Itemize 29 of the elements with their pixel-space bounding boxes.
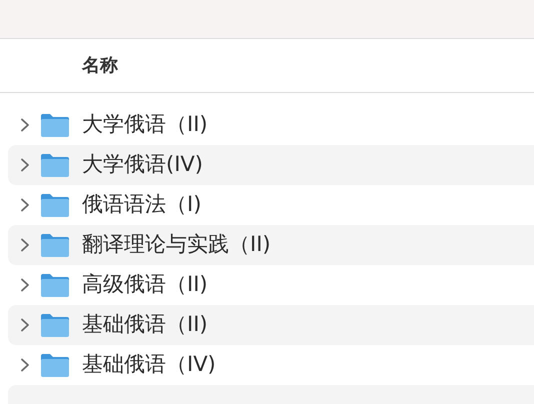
folder-name: 基础俄语（IV)	[82, 351, 216, 378]
folder-name: 翻译理论与实践（II)	[82, 231, 271, 258]
folder-row[interactable]: 翻译理论与实践（II)	[8, 225, 534, 265]
folder-icon	[40, 352, 70, 378]
folder-icon	[40, 232, 70, 258]
folder-icon	[40, 272, 70, 298]
folder-icon	[40, 312, 70, 338]
folder-row[interactable]: 基础俄语（IV)	[8, 345, 534, 385]
disclosure-chevron-icon[interactable]	[20, 118, 30, 132]
disclosure-chevron-icon[interactable]	[20, 318, 30, 332]
folder-name: 大学俄语(IV)	[82, 151, 203, 178]
disclosure-chevron-icon[interactable]	[20, 158, 30, 172]
disclosure-chevron-icon[interactable]	[20, 278, 30, 292]
disclosure-chevron-icon[interactable]	[20, 198, 30, 212]
disclosure-chevron-icon[interactable]	[20, 238, 30, 252]
folder-name: 俄语语法（I)	[82, 191, 202, 218]
folder-row[interactable]: 大学俄语（II)	[8, 105, 534, 145]
folder-row[interactable]: 俄语语法（I)	[8, 185, 534, 225]
column-header[interactable]: 名称	[82, 52, 118, 79]
folder-icon	[40, 152, 70, 178]
folder-icon	[40, 192, 70, 218]
folder-name: 高级俄语（II)	[82, 271, 208, 298]
folder-row[interactable]: 大学俄语(IV)	[8, 145, 534, 185]
folder-icon	[40, 112, 70, 138]
folder-row[interactable]: 高级俄语（II)	[8, 265, 534, 305]
folder-name: 基础俄语（II)	[82, 311, 208, 338]
disclosure-chevron-icon[interactable]	[20, 358, 30, 372]
folder-name: 大学俄语（II)	[82, 111, 208, 138]
folder-row[interactable]: 基础俄语（II)	[8, 305, 534, 345]
